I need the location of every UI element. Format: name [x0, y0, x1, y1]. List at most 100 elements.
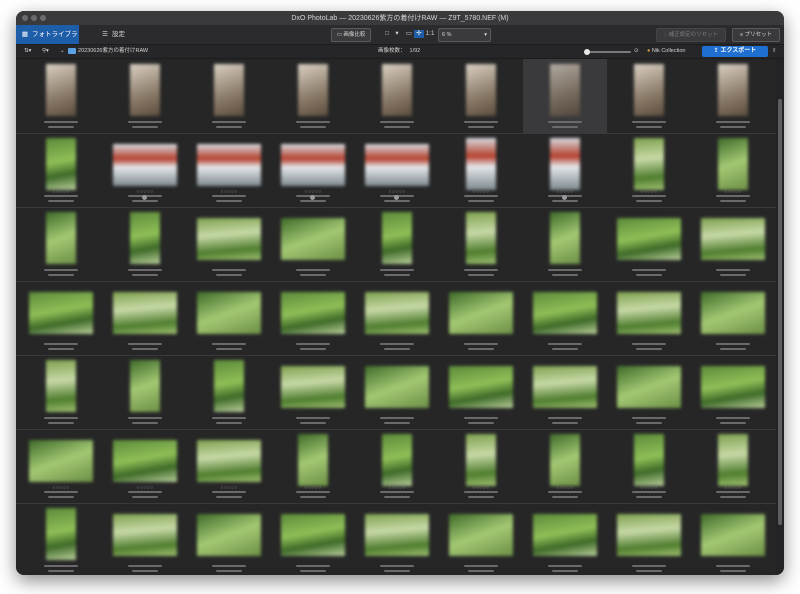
- photo-thumbnail[interactable]: [130, 360, 160, 412]
- thumbnail-cell[interactable]: ○○○○○: [187, 133, 271, 207]
- photo-thumbnail[interactable]: [113, 440, 177, 482]
- thumbnail-cell[interactable]: [187, 59, 271, 133]
- photo-thumbnail[interactable]: [533, 514, 597, 556]
- thumbnail-cell[interactable]: [439, 355, 523, 429]
- thumbnail-cell[interactable]: [439, 281, 523, 355]
- tab-customize[interactable]: ☰ 設定: [84, 25, 144, 44]
- photo-thumbnail[interactable]: [298, 434, 328, 486]
- photo-thumbnail[interactable]: [466, 212, 496, 264]
- thumbnail-cell[interactable]: [187, 207, 271, 281]
- thumbnail-cell[interactable]: [691, 207, 775, 281]
- photo-thumbnail[interactable]: [449, 366, 513, 408]
- thumbnail-cell[interactable]: [271, 207, 355, 281]
- thumbnail-cell[interactable]: [19, 207, 103, 281]
- thumbnail-cell[interactable]: [19, 355, 103, 429]
- thumbnail-cell[interactable]: [523, 207, 607, 281]
- photo-thumbnail[interactable]: [466, 434, 496, 486]
- photo-thumbnail[interactable]: [29, 292, 93, 334]
- photo-thumbnail[interactable]: [113, 514, 177, 556]
- nik-collection-button[interactable]: ● Nik Collection: [647, 45, 685, 58]
- folder-breadcrumb[interactable]: 20230626紫方の着付けRAW: [68, 45, 148, 58]
- photo-thumbnail[interactable]: [46, 508, 76, 560]
- photo-thumbnail[interactable]: [550, 434, 580, 486]
- photo-thumbnail[interactable]: [449, 514, 513, 556]
- photo-thumbnail[interactable]: [281, 514, 345, 556]
- photo-thumbnail[interactable]: [634, 64, 664, 116]
- thumbnail-cell[interactable]: [607, 503, 691, 575]
- photo-thumbnail[interactable]: [634, 434, 664, 486]
- photo-thumbnail[interactable]: [197, 218, 261, 260]
- photo-thumbnail[interactable]: [701, 218, 765, 260]
- fit-view-button[interactable]: ✢: [414, 30, 424, 38]
- thumbnail-cell[interactable]: [439, 503, 523, 575]
- thumbnail-cell[interactable]: [103, 207, 187, 281]
- photo-thumbnail[interactable]: [281, 292, 345, 334]
- thumbnail-cell[interactable]: [103, 281, 187, 355]
- share-button[interactable]: ⇧: [772, 45, 777, 58]
- photo-thumbnail[interactable]: [281, 144, 345, 186]
- view-single-button[interactable]: □: [381, 30, 393, 38]
- photo-thumbnail[interactable]: [533, 292, 597, 334]
- photo-thumbnail[interactable]: [29, 440, 93, 482]
- photo-thumbnail[interactable]: [113, 292, 177, 334]
- photo-thumbnail[interactable]: [617, 292, 681, 334]
- photo-thumbnail[interactable]: [281, 218, 345, 260]
- thumbnail-cell[interactable]: [187, 355, 271, 429]
- navigate-button[interactable]: ⊙: [634, 45, 639, 58]
- photo-thumbnail[interactable]: [550, 138, 580, 190]
- thumbnail-cell[interactable]: [691, 59, 775, 133]
- photo-thumbnail[interactable]: [382, 64, 412, 116]
- photo-thumbnail[interactable]: [617, 218, 681, 260]
- preset-button[interactable]: ≡ プリセット: [732, 28, 780, 42]
- photo-thumbnail[interactable]: [701, 366, 765, 408]
- photo-thumbnail[interactable]: [466, 64, 496, 116]
- photo-thumbnail[interactable]: [701, 514, 765, 556]
- thumbnail-cell[interactable]: ○○○○○: [103, 429, 187, 503]
- photo-thumbnail[interactable]: [281, 366, 345, 408]
- photo-thumbnail[interactable]: [197, 144, 261, 186]
- thumbnail-cell[interactable]: [103, 355, 187, 429]
- thumbnail-cell[interactable]: [607, 281, 691, 355]
- thumbnail-cell[interactable]: [355, 281, 439, 355]
- thumbnail-cell[interactable]: ○○○○○: [355, 429, 439, 503]
- thumbnail-cell[interactable]: [355, 59, 439, 133]
- photo-thumbnail[interactable]: [718, 138, 748, 190]
- grid-scrollbar[interactable]: [776, 59, 784, 575]
- thumbnail-cell[interactable]: [691, 355, 775, 429]
- photo-thumbnail[interactable]: [214, 64, 244, 116]
- thumbnail-cell[interactable]: [271, 59, 355, 133]
- photo-thumbnail[interactable]: [550, 64, 580, 116]
- photo-thumbnail[interactable]: [449, 292, 513, 334]
- photo-thumbnail[interactable]: [113, 144, 177, 186]
- thumbnail-cell[interactable]: [523, 503, 607, 575]
- thumbnail-cell[interactable]: ○○○○○: [19, 429, 103, 503]
- photo-thumbnail[interactable]: [298, 64, 328, 116]
- photo-thumbnail[interactable]: [46, 138, 76, 190]
- export-button[interactable]: ⇪ エクスポート: [702, 46, 768, 57]
- thumbnail-cell[interactable]: ○○○○○: [439, 429, 523, 503]
- thumbnail-cell[interactable]: [523, 59, 607, 133]
- photo-thumbnail[interactable]: [617, 366, 681, 408]
- photo-thumbnail[interactable]: [617, 514, 681, 556]
- photo-thumbnail[interactable]: [634, 138, 664, 190]
- thumbnail-cell[interactable]: [607, 355, 691, 429]
- view-dropdown-button[interactable]: ▾: [393, 30, 401, 38]
- photo-thumbnail[interactable]: [130, 212, 160, 264]
- photo-thumbnail[interactable]: [197, 292, 261, 334]
- thumbnail-cell[interactable]: [187, 281, 271, 355]
- thumbnail-cell[interactable]: [271, 503, 355, 575]
- thumbnail-cell[interactable]: ○○○○○: [439, 133, 523, 207]
- photo-thumbnail[interactable]: [466, 138, 496, 190]
- thumbnail-cell[interactable]: [439, 207, 523, 281]
- photo-thumbnail[interactable]: [718, 64, 748, 116]
- thumbnail-cell[interactable]: [271, 281, 355, 355]
- thumbnail-cell[interactable]: [355, 355, 439, 429]
- zoom-select[interactable]: 6 % ▾: [438, 28, 491, 42]
- thumbnail-cell[interactable]: [691, 503, 775, 575]
- thumbnail-cell[interactable]: [607, 59, 691, 133]
- thumbnail-cell[interactable]: [187, 503, 271, 575]
- crop-view-button[interactable]: ▭: [404, 30, 414, 38]
- thumbnail-cell[interactable]: [439, 59, 523, 133]
- compare-button[interactable]: ▭ 画像比較: [331, 28, 371, 42]
- thumbnail-cell[interactable]: [19, 59, 103, 133]
